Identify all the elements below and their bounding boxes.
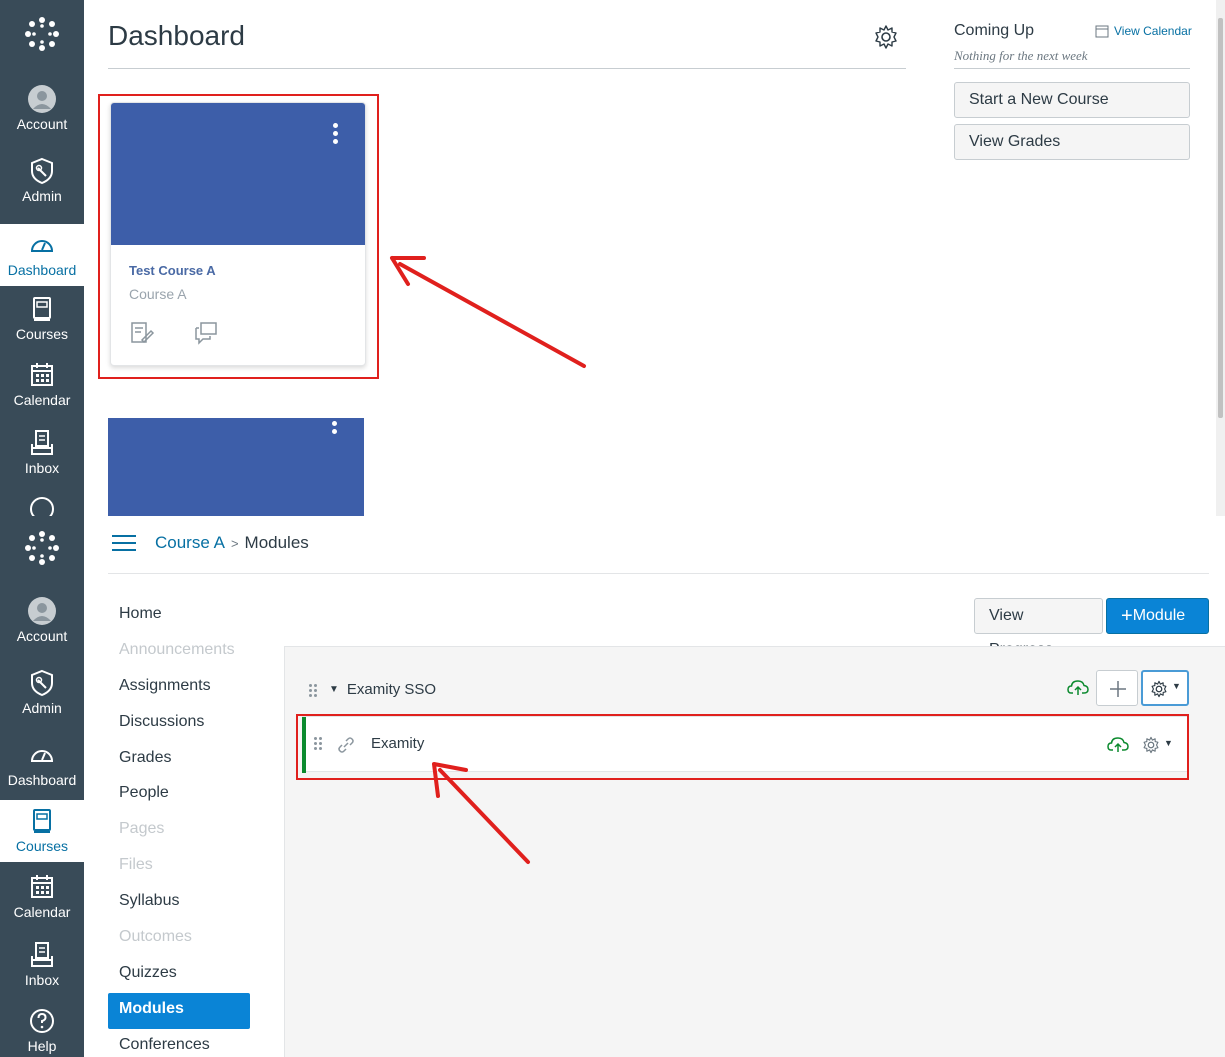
coming-up-empty-text: Nothing for the next week bbox=[954, 48, 1088, 63]
module-title[interactable]: ▼ Examity SSO bbox=[329, 681, 436, 698]
course-nav-people[interactable]: People bbox=[108, 777, 250, 813]
module-settings-button[interactable]: ▼ bbox=[1141, 670, 1189, 706]
coming-up-heading: Coming Up bbox=[954, 22, 1035, 39]
nav-label: Dashboard bbox=[7, 262, 77, 278]
course-nav-home[interactable]: Home bbox=[108, 598, 250, 634]
scrollbar[interactable] bbox=[1216, 0, 1225, 516]
nav-dashboard[interactable]: Dashboard bbox=[0, 224, 84, 286]
dashboard-icon bbox=[30, 750, 54, 762]
account-icon bbox=[28, 597, 56, 625]
course-nav-syllabus[interactable]: Syllabus bbox=[108, 885, 250, 921]
nav-help[interactable]: Help bbox=[0, 1006, 84, 1054]
course-nav-quizzes[interactable]: Quizzes bbox=[108, 957, 250, 993]
global-nav: Account Admin Dashboard Courses Calendar… bbox=[0, 516, 84, 1057]
help-icon[interactable] bbox=[29, 496, 55, 516]
nav-admin[interactable]: Admin bbox=[0, 668, 84, 716]
nav-dashboard[interactable]: Dashboard bbox=[0, 740, 84, 788]
nav-label: Courses bbox=[15, 838, 69, 854]
nav-label: Calendar bbox=[13, 904, 71, 920]
collapse-triangle-icon[interactable]: ▼ bbox=[329, 684, 339, 695]
view-progress-button[interactable]: View Progress bbox=[974, 598, 1103, 658]
course-nav-discussions[interactable]: Discussions bbox=[108, 706, 250, 742]
modules-screenshot: Account Admin Dashboard Courses Calendar… bbox=[0, 516, 1225, 1057]
course-nav-conferences[interactable]: Conferences bbox=[108, 1029, 250, 1057]
nav-label: Admin bbox=[22, 188, 62, 204]
annotation-highlight-box bbox=[98, 94, 379, 379]
calendar-icon bbox=[31, 875, 53, 898]
course-nav-announcements[interactable]: Announcements bbox=[108, 634, 250, 670]
dashboard-screenshot: Account Admin Dashboard Courses Calendar… bbox=[0, 0, 1225, 516]
nav-admin[interactable]: Admin bbox=[0, 156, 84, 204]
nav-inbox[interactable]: Inbox bbox=[0, 940, 84, 988]
course-nav-outcomes[interactable]: Outcomes bbox=[108, 921, 250, 957]
breadcrumb-course-link[interactable]: Course A bbox=[155, 533, 225, 553]
nav-calendar[interactable]: Calendar bbox=[0, 360, 84, 408]
course-nav-pages[interactable]: Pages bbox=[108, 813, 250, 849]
nav-account[interactable]: Account bbox=[0, 84, 84, 132]
breadcrumb-current: Modules bbox=[244, 533, 309, 552]
inbox-icon bbox=[31, 430, 53, 455]
inbox-icon bbox=[31, 942, 53, 967]
breadcrumb-separator: > bbox=[230, 535, 239, 551]
course-card-second[interactable] bbox=[108, 418, 364, 516]
nav-inbox[interactable]: Inbox bbox=[0, 428, 84, 476]
published-cloud-icon[interactable] bbox=[1067, 679, 1089, 697]
annotation-arrow-icon bbox=[390, 256, 586, 368]
help-icon bbox=[30, 1009, 54, 1033]
course-menu-hamburger-icon[interactable] bbox=[112, 535, 136, 551]
view-grades-button[interactable]: View Grades bbox=[954, 124, 1190, 160]
breadcrumb: Course A > Modules bbox=[155, 533, 309, 553]
calendar-icon bbox=[31, 363, 53, 386]
annotation-arrow-icon bbox=[432, 762, 530, 864]
dashboard-options-gear-icon[interactable] bbox=[873, 24, 899, 50]
gear-icon bbox=[1151, 680, 1167, 698]
drag-handle-icon[interactable] bbox=[309, 684, 319, 700]
nav-courses[interactable]: Courses bbox=[0, 800, 84, 862]
course-nav-files[interactable]: Files bbox=[108, 849, 250, 885]
nav-label: Inbox bbox=[24, 460, 60, 476]
admin-shield-icon bbox=[31, 669, 53, 697]
module-header[interactable]: ▼ Examity SSO bbox=[285, 647, 1225, 711]
title-divider bbox=[108, 68, 906, 69]
course-nav: Home Announcements Assignments Discussio… bbox=[108, 598, 250, 1057]
course-card-hero[interactable] bbox=[108, 418, 364, 516]
coming-up-divider bbox=[954, 68, 1190, 69]
card-options-kebab-icon[interactable] bbox=[332, 421, 338, 437]
add-module-label: Module bbox=[1132, 607, 1186, 624]
nav-label: Account bbox=[16, 116, 68, 132]
view-calendar-link[interactable]: View Calendar bbox=[1095, 24, 1192, 38]
global-nav: Account Admin Dashboard Courses Calendar… bbox=[0, 0, 84, 516]
nav-label: Account bbox=[16, 628, 68, 644]
nav-label: Dashboard bbox=[7, 772, 77, 788]
admin-shield-icon bbox=[31, 157, 53, 185]
courses-icon bbox=[33, 809, 51, 833]
nav-label: Courses bbox=[15, 326, 69, 342]
course-nav-grades[interactable]: Grades bbox=[108, 742, 250, 778]
header-divider bbox=[108, 573, 1209, 574]
page-title: Dashboard bbox=[108, 20, 245, 51]
canvas-logo-icon[interactable] bbox=[22, 14, 62, 54]
nav-account[interactable]: Account bbox=[0, 596, 84, 644]
course-nav-modules[interactable]: Modules bbox=[108, 992, 250, 1029]
courses-icon bbox=[33, 297, 51, 321]
dashboard-icon bbox=[30, 240, 54, 252]
account-icon bbox=[28, 85, 56, 113]
canvas-logo-icon[interactable] bbox=[22, 528, 62, 568]
nav-courses[interactable]: Courses bbox=[0, 294, 84, 342]
calendar-small-icon bbox=[1095, 25, 1109, 38]
plus-icon: + bbox=[1121, 605, 1133, 627]
plus-icon bbox=[1110, 681, 1126, 697]
start-new-course-button[interactable]: Start a New Course bbox=[954, 82, 1190, 118]
nav-label: Calendar bbox=[13, 392, 71, 408]
course-nav-assignments[interactable]: Assignments bbox=[108, 670, 250, 706]
nav-label: Help bbox=[27, 1038, 57, 1054]
add-item-button[interactable] bbox=[1096, 670, 1138, 706]
nav-calendar[interactable]: Calendar bbox=[0, 872, 84, 920]
add-module-button[interactable]: +Module bbox=[1106, 598, 1209, 634]
module-title-text: Examity SSO bbox=[346, 681, 437, 698]
nav-label: Inbox bbox=[24, 972, 60, 988]
nav-label: Admin bbox=[22, 700, 62, 716]
caret-down-icon: ▼ bbox=[1172, 681, 1181, 691]
view-calendar-label: View Calendar bbox=[1114, 24, 1192, 38]
